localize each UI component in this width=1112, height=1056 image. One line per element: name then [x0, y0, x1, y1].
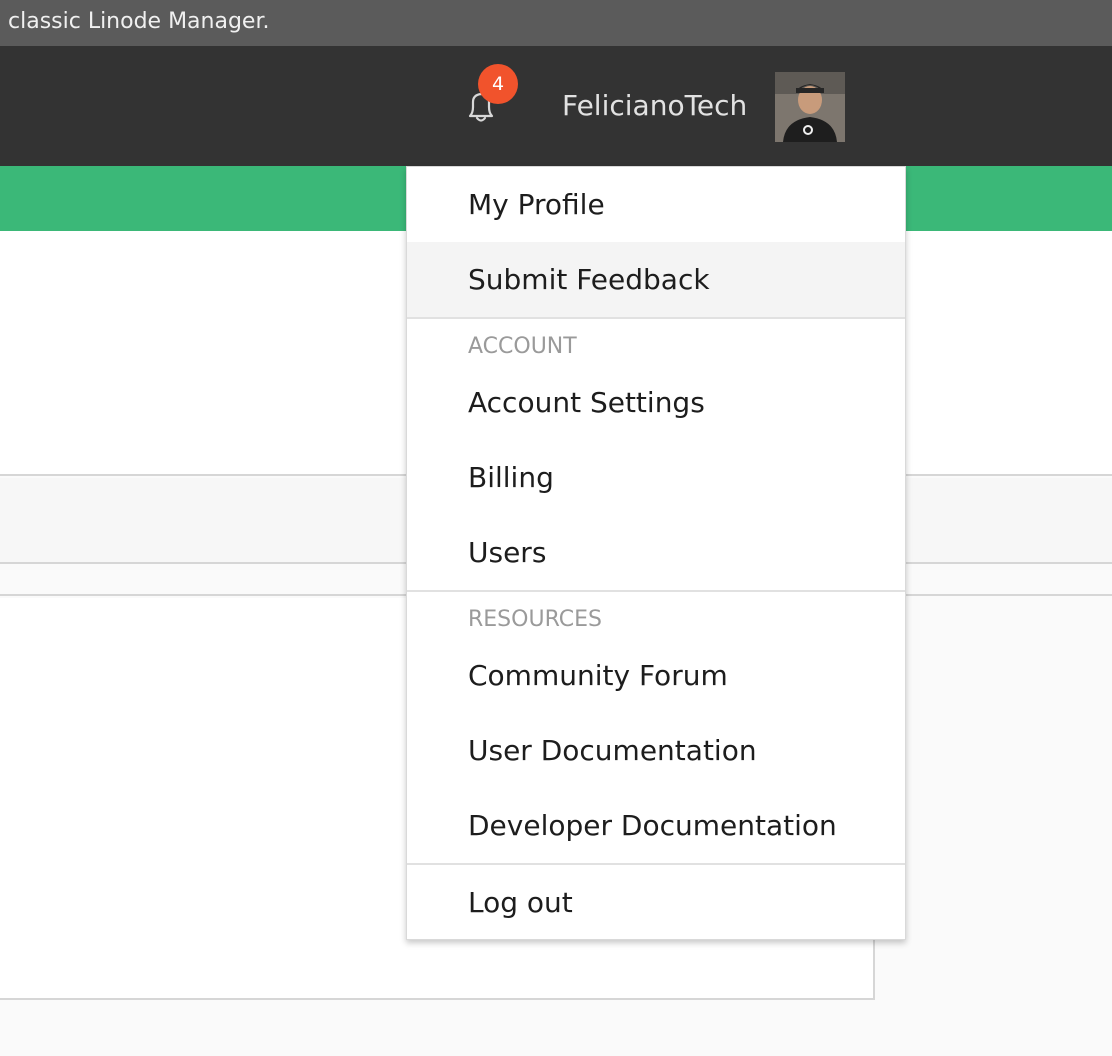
section-title-resources: RESOURCES	[468, 607, 602, 632]
top-header	[0, 46, 1112, 166]
menu-item-submit-feedback[interactable]: Submit Feedback	[407, 242, 905, 317]
banner-text: classic Linode Manager.	[8, 9, 270, 34]
username-menu-toggle[interactable]: FelicianoTech	[562, 88, 747, 124]
menu-item-community-forum[interactable]: Community Forum	[407, 638, 905, 713]
menu-divider	[407, 317, 905, 319]
menu-item-my-profile[interactable]: My Profile	[407, 167, 905, 242]
avatar[interactable]	[775, 72, 845, 142]
menu-item-billing[interactable]: Billing	[407, 440, 905, 515]
menu-item-users[interactable]: Users	[407, 515, 905, 590]
notification-count-badge[interactable]: 4	[478, 64, 518, 104]
info-banner: classic Linode Manager.	[0, 0, 1112, 46]
menu-item-log-out[interactable]: Log out	[407, 865, 905, 940]
menu-item-account-settings[interactable]: Account Settings	[407, 365, 905, 440]
section-title-account: ACCOUNT	[468, 334, 577, 359]
menu-item-developer-documentation[interactable]: Developer Documentation	[407, 788, 905, 863]
menu-item-user-documentation[interactable]: User Documentation	[407, 713, 905, 788]
user-dropdown-menu: My Profile Submit Feedback ACCOUNT Accou…	[406, 166, 906, 940]
menu-divider	[407, 590, 905, 592]
